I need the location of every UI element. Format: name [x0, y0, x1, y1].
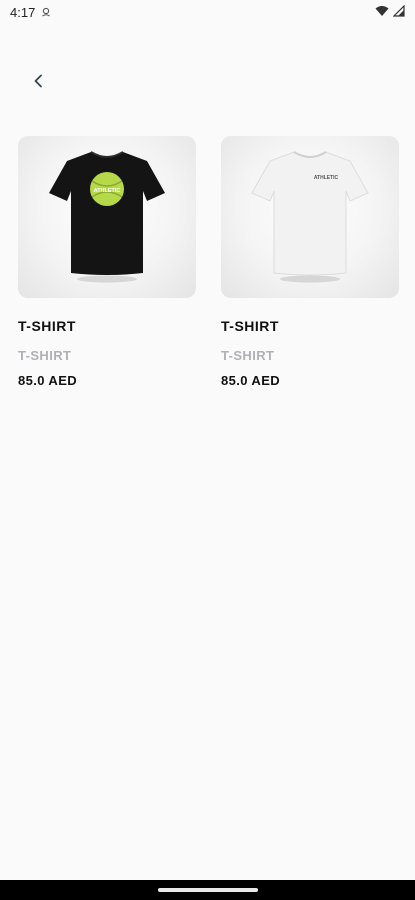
white-shirt-logo-text: ATHLETIC	[314, 175, 339, 181]
status-right	[375, 4, 405, 20]
product-subtitle: T-SHIRT	[18, 348, 72, 363]
product-price: 85.0 AED	[221, 373, 281, 388]
status-time: 4:17	[10, 4, 36, 20]
back-button[interactable]	[24, 68, 54, 98]
signal-icon	[392, 4, 405, 20]
product-title: T-SHIRT	[18, 318, 76, 334]
status-left: 4:17	[10, 5, 51, 20]
product-title: T-SHIRT	[221, 318, 279, 334]
status-bar: 4:17	[0, 0, 415, 24]
wifi-icon	[375, 5, 389, 20]
product-subtitle: T-SHIRT	[221, 348, 275, 363]
black-shirt-logo-text: ATHLETIC	[94, 188, 121, 194]
product-grid: ATHLETIC T-SHIRT T-SHIRT 85.0 AED ATHLET…	[18, 136, 399, 388]
chevron-left-icon	[33, 74, 45, 93]
notification-icon	[41, 5, 51, 20]
product-price: 85.0 AED	[18, 373, 78, 388]
navigation-bar	[0, 880, 415, 900]
white-tshirt-image[interactable]: ATHLETIC	[221, 136, 399, 298]
product-card[interactable]: ATHLETIC T-SHIRT T-SHIRT 85.0 AED	[18, 136, 196, 388]
product-card[interactable]: ATHLETIC T-SHIRT T-SHIRT 85.0 AED	[221, 136, 399, 388]
black-tshirt-image[interactable]: ATHLETIC	[18, 136, 196, 298]
home-gesture-handle[interactable]	[158, 888, 258, 892]
